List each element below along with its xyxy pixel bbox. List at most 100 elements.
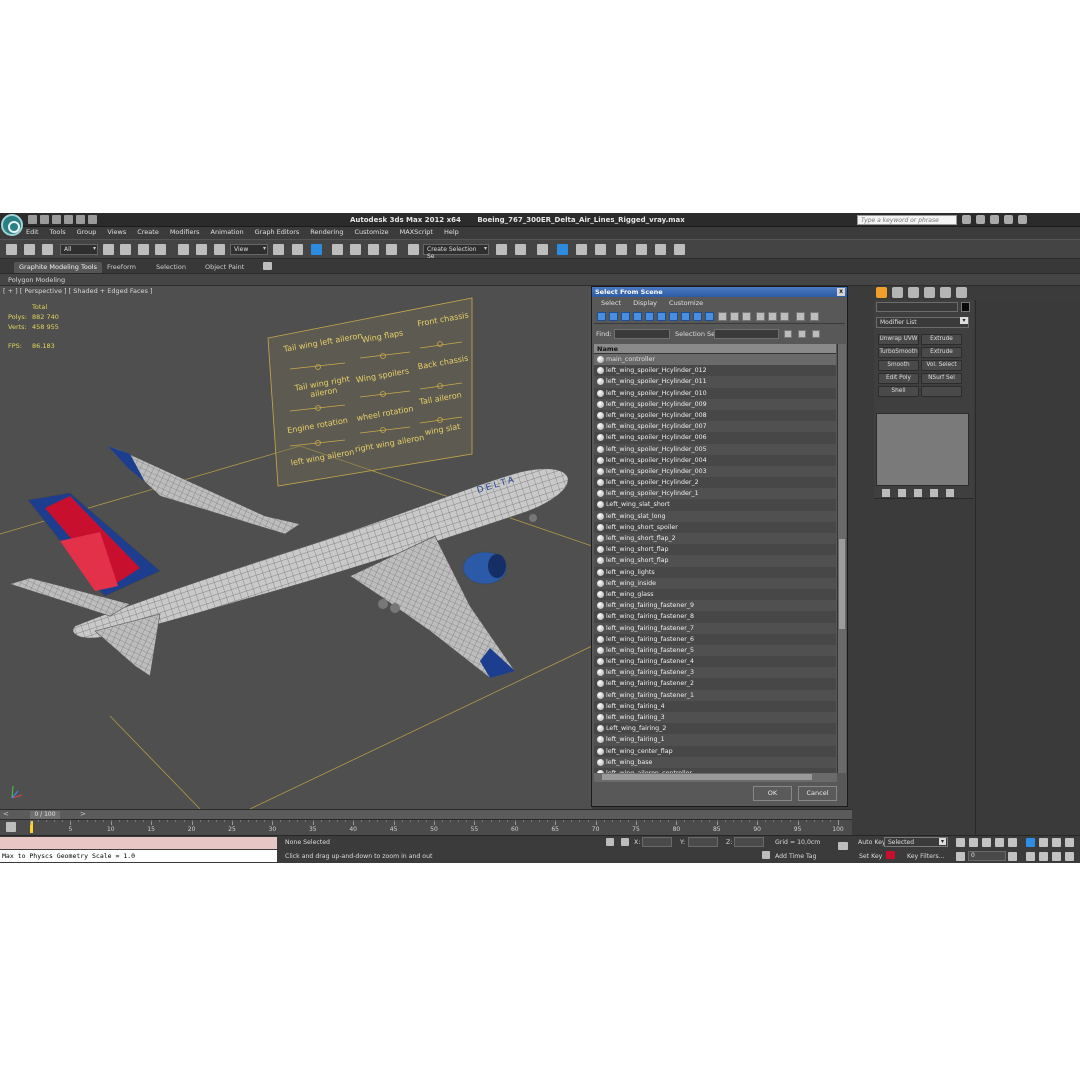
pan-view-icon[interactable] (1039, 852, 1048, 861)
filter-spacewarps-icon[interactable] (657, 312, 666, 321)
dialog-title-bar[interactable]: Select From Scene x (592, 287, 847, 297)
key-selection-dropdown[interactable]: Selected (884, 837, 948, 847)
object-name-field[interactable] (876, 302, 958, 312)
filter-lights-icon[interactable] (621, 312, 630, 321)
create-set-icon[interactable] (784, 330, 792, 338)
scene-object-row[interactable]: left_wing_fairing_fastener_6 (594, 633, 836, 645)
horizontal-scroll-thumb[interactable] (602, 774, 812, 780)
modifier-button-nsurf-sel[interactable]: NSurf Sel (921, 373, 962, 384)
utilities-tab-icon[interactable] (956, 287, 967, 298)
modifier-button-edit-poly[interactable]: Edit Poly (878, 373, 919, 384)
orbit-icon[interactable] (1052, 852, 1061, 861)
scene-object-row[interactable]: left_wing_glass (594, 588, 836, 601)
modifier-list-dropdown[interactable]: Modifier List (876, 317, 969, 328)
link-icon[interactable] (6, 244, 17, 255)
key-mode-toggle-icon[interactable] (956, 852, 965, 861)
scene-object-row[interactable]: left_wing_fairing_fastener_3 (594, 667, 836, 679)
pivot-center-icon[interactable] (273, 244, 284, 255)
filter-groups-icon[interactable] (669, 312, 678, 321)
align-icon[interactable] (515, 244, 526, 255)
list-vertical-scrollbar[interactable] (837, 344, 846, 773)
ribbon-options-icon[interactable] (263, 262, 272, 270)
scene-object-row[interactable]: left_wing_lights (594, 566, 836, 578)
scale-icon[interactable] (214, 244, 225, 255)
time-tag-icon[interactable] (762, 851, 770, 859)
maxscript-listener-input[interactable] (0, 837, 277, 849)
menu-graph-editors[interactable]: Graph Editors (255, 228, 300, 239)
polygon-modeling-panel[interactable]: Polygon Modeling (8, 276, 65, 284)
window-crossing-icon[interactable] (155, 244, 166, 255)
percent-snap-icon[interactable] (368, 244, 379, 255)
object-color-swatch[interactable] (961, 302, 970, 312)
render-setup-icon[interactable] (636, 244, 647, 255)
scene-object-row[interactable]: Left_wing_slat_short (594, 499, 836, 511)
mini-curve-editor-icon[interactable] (6, 822, 16, 832)
schematic-view-icon[interactable] (595, 244, 606, 255)
tab-freeform[interactable]: Freeform (102, 262, 141, 273)
time-configuration-icon[interactable] (1008, 852, 1017, 861)
scene-object-row[interactable]: left_wing_fairing_fastener_4 (594, 656, 836, 668)
remove-modifier-icon[interactable] (930, 489, 938, 497)
modifier-button-turbosmooth[interactable]: TurboSmooth (878, 347, 919, 358)
go-to-start-icon[interactable] (956, 838, 965, 847)
previous-frame-icon[interactable] (969, 838, 978, 847)
display-influences-icon[interactable] (768, 312, 777, 321)
reference-coordinate-dropdown[interactable]: View (230, 244, 268, 255)
filter-bones-icon[interactable] (693, 312, 702, 321)
scene-object-row[interactable]: left_wing_fairing_fastener_9 (594, 600, 836, 612)
scene-object-row[interactable]: left_wing_short_flap_2 (594, 533, 836, 545)
new-file-icon[interactable] (28, 215, 37, 224)
exchange-icon[interactable] (990, 215, 999, 224)
favorites-star-icon[interactable] (1004, 215, 1013, 224)
set-key-button[interactable]: Set Key (859, 853, 882, 860)
scene-object-row[interactable]: left_wing_spoiler_Hcylinder_008 (594, 409, 836, 422)
motion-tab-icon[interactable] (924, 287, 935, 298)
layer-manager-icon[interactable] (537, 244, 548, 255)
dialog-menu-select[interactable]: Select (601, 299, 621, 307)
project-folder-icon[interactable] (88, 215, 97, 224)
tools-icon[interactable] (976, 215, 985, 224)
scene-object-row[interactable]: left_wing_short_spoiler (594, 521, 836, 533)
scene-object-row[interactable]: left_wing_spoiler_Hcylinder_010 (594, 387, 836, 399)
tab-object-paint[interactable]: Object Paint (200, 262, 249, 273)
select-none-icon[interactable] (730, 312, 739, 321)
sort-icon[interactable] (780, 312, 789, 321)
select-by-name-icon[interactable] (120, 244, 131, 255)
modifier-button-empty[interactable] (921, 386, 962, 397)
menu-help[interactable]: Help (444, 228, 459, 239)
modify-tab-icon[interactable] (892, 287, 903, 298)
list-horizontal-scrollbar[interactable] (594, 773, 837, 782)
menu-edit[interactable]: Edit (26, 228, 39, 239)
filter-xrefs-icon[interactable] (681, 312, 690, 321)
scene-object-row[interactable]: left_wing_fairing_fastener_8 (594, 611, 836, 623)
next-frame-icon[interactable] (995, 838, 1004, 847)
select-object-icon[interactable] (103, 244, 114, 255)
time-slider-next-icon[interactable]: > (80, 810, 86, 818)
menu-views[interactable]: Views (107, 228, 126, 239)
scene-object-row[interactable]: left_wing_fairing_1 (594, 734, 836, 746)
default-tangent-icon[interactable] (886, 851, 895, 859)
graphite-toggle-icon[interactable] (557, 244, 568, 255)
set-key-mode-icon[interactable] (838, 842, 848, 850)
make-unique-icon[interactable] (914, 489, 922, 497)
scene-object-row[interactable]: main_controller (594, 354, 836, 366)
edit-set-icon[interactable] (798, 330, 806, 338)
angle-snap-icon[interactable] (350, 244, 361, 255)
scene-object-row[interactable]: left_wing_fairing_fastener_1 (594, 689, 836, 701)
render-production-icon[interactable] (674, 244, 685, 255)
pin-stack-icon[interactable] (882, 489, 890, 497)
unlink-icon[interactable] (24, 244, 35, 255)
move-icon[interactable] (178, 244, 189, 255)
filter-helpers-icon[interactable] (645, 312, 654, 321)
open-file-icon[interactable] (40, 215, 49, 224)
zoom-extents-all-icon[interactable] (1065, 838, 1074, 847)
search-icon[interactable] (962, 215, 971, 224)
y-coordinate-field[interactable] (688, 837, 718, 847)
undo-icon[interactable] (64, 215, 73, 224)
play-icon[interactable] (982, 838, 991, 847)
scene-object-row[interactable]: left_wing_slat_long (594, 510, 836, 522)
mirror-icon[interactable] (496, 244, 507, 255)
find-case-sensitive-icon[interactable] (796, 312, 805, 321)
scene-object-row[interactable]: left_wing_spoiler_Hcylinder_005 (594, 443, 836, 455)
select-invert-icon[interactable] (742, 312, 751, 321)
